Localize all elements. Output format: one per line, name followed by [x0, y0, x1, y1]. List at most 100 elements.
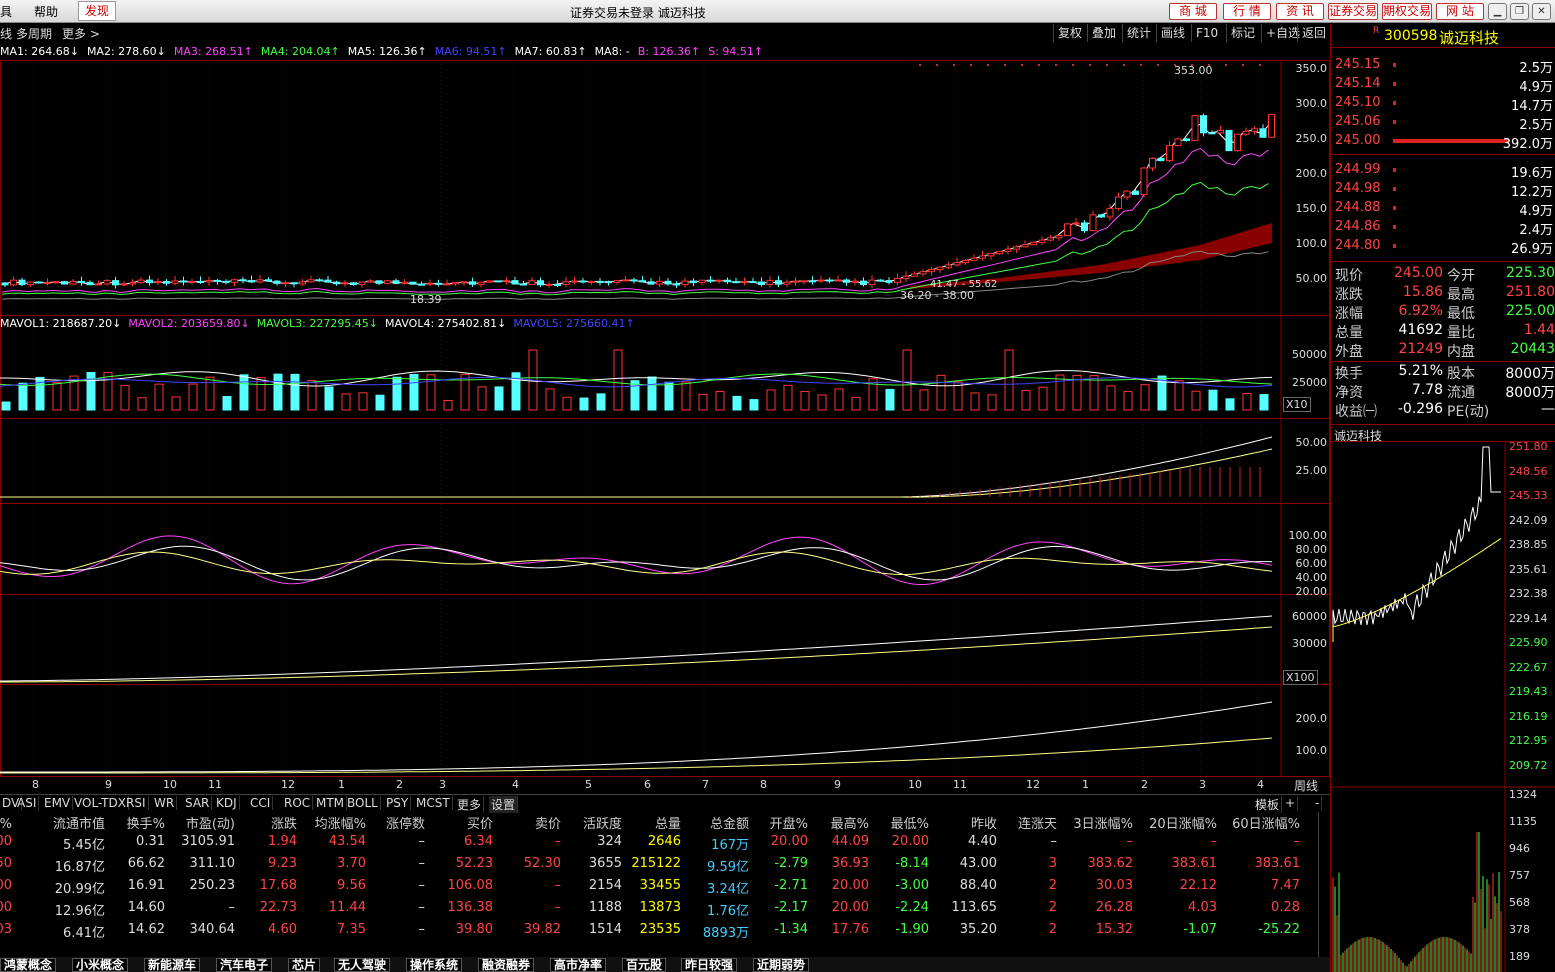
- date-tick: 5: [585, 778, 592, 791]
- mini-axis-tick: 209.72: [1509, 758, 1548, 772]
- quotes-button[interactable]: 行 情: [1223, 3, 1271, 20]
- news-button[interactable]: 资 讯: [1276, 3, 1324, 20]
- minimize-icon[interactable]: ▁: [1488, 3, 1507, 20]
- back-button[interactable]: 返回: [1297, 24, 1330, 42]
- tab-更多[interactable]: 更多: [455, 796, 485, 813]
- tab-mtm[interactable]: MTM: [314, 796, 348, 810]
- adjust-button[interactable]: 复权: [1053, 24, 1086, 42]
- orderbook-row[interactable]: 245.10 14.7万: [1335, 95, 1553, 114]
- sector-tab[interactable]: 芯片: [288, 958, 321, 972]
- quote-label: 流通: [1447, 385, 1475, 401]
- tab-cci[interactable]: CCI: [248, 796, 274, 810]
- table-row[interactable]: 5016.87亿66.62311.109.233.70–52.2352.3036…: [0, 856, 1330, 878]
- orderbook-row[interactable]: 244.80 26.9万: [1335, 238, 1553, 257]
- tab-sar[interactable]: SAR: [183, 796, 213, 810]
- menu-discover[interactable]: 发现: [78, 1, 117, 21]
- table-row[interactable]: 0012.96亿14.60–22.7311.44–136.38–11881387…: [0, 900, 1330, 922]
- tab-asi[interactable]: ASI: [15, 796, 40, 810]
- tab-right-1[interactable]: +: [1283, 796, 1299, 810]
- tab-mcst[interactable]: MCST: [414, 796, 453, 810]
- tab-right-0[interactable]: 模板: [1253, 796, 1283, 813]
- multi-period-menu[interactable]: 多周期: [16, 25, 52, 42]
- menu-tools[interactable]: 具: [0, 3, 12, 20]
- volume-bar: [137, 397, 147, 411]
- orderbook-row[interactable]: 245.14 4.9万: [1335, 76, 1553, 95]
- orderbook-row[interactable]: 244.99 19.6万: [1335, 162, 1553, 181]
- sector-tab[interactable]: 操作系统: [406, 958, 463, 972]
- period-label[interactable]: 周线: [1294, 777, 1318, 794]
- candle: [1259, 128, 1267, 138]
- candle: [95, 283, 102, 286]
- mall-button[interactable]: 商 城: [1169, 3, 1217, 20]
- tab-vol-tdx[interactable]: VOL-TDX: [72, 796, 129, 810]
- sector-tab[interactable]: 昨日较强: [681, 958, 738, 972]
- candle: [222, 280, 230, 283]
- marker-dot: [1157, 64, 1159, 66]
- table-scrollbar[interactable]: [1318, 812, 1330, 957]
- tab-设置[interactable]: 设置: [489, 796, 519, 813]
- candle: [605, 281, 612, 284]
- sector-tab[interactable]: 汽车电子: [216, 958, 273, 972]
- marker-dot: [1106, 64, 1108, 66]
- options-trade-button[interactable]: 期权交易: [1382, 3, 1432, 20]
- candle: [350, 282, 357, 286]
- date-tick: 4: [1257, 778, 1264, 791]
- line-menu[interactable]: 线: [0, 25, 12, 42]
- table-row[interactable]: 036.41亿14.62340.644.607.35–39.8039.82151…: [0, 922, 1330, 944]
- orderbook-row[interactable]: 244.98 12.2万: [1335, 181, 1553, 200]
- candle: [792, 280, 799, 283]
- orderbook-row[interactable]: 245.15 2.5万: [1335, 57, 1553, 76]
- sector-tab[interactable]: 无人驾驶: [334, 958, 391, 972]
- tab-roc[interactable]: ROC: [282, 796, 314, 810]
- draw-button[interactable]: 画线: [1156, 24, 1189, 42]
- quote-label: PE(动): [1447, 404, 1490, 420]
- sector-tab[interactable]: 鸿蒙概念: [0, 958, 57, 972]
- orderbook-row[interactable]: 245.06 2.5万: [1335, 114, 1553, 133]
- table-row[interactable]: 0020.99亿16.91250.2317.689.56–106.08–2154…: [0, 878, 1330, 900]
- tab-boll[interactable]: BOLL: [345, 796, 381, 810]
- sector-tab[interactable]: 新能源车: [144, 958, 201, 972]
- tab-kdj[interactable]: KDJ: [214, 796, 240, 810]
- sector-tab[interactable]: 高市净率: [550, 958, 607, 972]
- f10-button[interactable]: F10: [1191, 24, 1222, 42]
- table-row[interactable]: 005.45亿0.313105.911.9443.54–6.34–3242646…: [0, 834, 1330, 856]
- quote-label: 最高: [1447, 287, 1475, 303]
- axis-tick: 200.0: [1295, 712, 1328, 725]
- sector-tab[interactable]: 百元股: [622, 958, 667, 972]
- website-button[interactable]: 网 站: [1436, 3, 1484, 20]
- stock-name: 诚迈科技: [1439, 29, 1500, 47]
- orderbook-row[interactable]: 245.00 392.0万: [1335, 133, 1553, 152]
- restore-icon[interactable]: ❐: [1510, 3, 1529, 20]
- candle: [758, 281, 765, 286]
- order-price: 245.00: [1335, 133, 1381, 148]
- quote-label: 收益㈠: [1335, 404, 1377, 420]
- sector-tab[interactable]: 近期弱势: [753, 958, 810, 972]
- order-volume: 26.9万: [1511, 242, 1553, 257]
- tab-psy[interactable]: PSY: [384, 796, 412, 810]
- orderbook-row[interactable]: 244.86 2.4万: [1335, 219, 1553, 238]
- tab-right-2[interactable]: -: [1313, 796, 1323, 810]
- menu-help[interactable]: 帮助: [34, 3, 58, 20]
- more-menu[interactable]: 更多 >: [62, 25, 100, 42]
- candle: [902, 275, 910, 279]
- candle: [205, 279, 213, 283]
- orderbook-row[interactable]: 244.88 4.9万: [1335, 200, 1553, 219]
- tab-wr[interactable]: WR: [152, 796, 178, 810]
- stats-button[interactable]: 统计: [1122, 24, 1155, 42]
- candlestick-chart[interactable]: [0, 60, 1330, 790]
- close-icon[interactable]: ✕: [1532, 3, 1551, 20]
- overlay-button[interactable]: 叠加: [1087, 24, 1120, 42]
- candle: [239, 279, 247, 282]
- candle: [78, 280, 85, 284]
- candle: [341, 282, 349, 285]
- mark-button[interactable]: 标记: [1226, 24, 1259, 42]
- securities-trade-button[interactable]: 证券交易: [1328, 3, 1378, 20]
- sector-tab[interactable]: 小米概念: [72, 958, 129, 972]
- sector-tab[interactable]: 融资融券: [478, 958, 535, 972]
- volume-bar: [256, 377, 266, 411]
- candle: [588, 280, 595, 283]
- col-header[interactable]: 60日涨幅%: [1200, 813, 1300, 832]
- tab-emv[interactable]: EMV: [42, 796, 74, 810]
- candle: [1106, 207, 1114, 218]
- tab-rsi[interactable]: RSI: [124, 796, 149, 810]
